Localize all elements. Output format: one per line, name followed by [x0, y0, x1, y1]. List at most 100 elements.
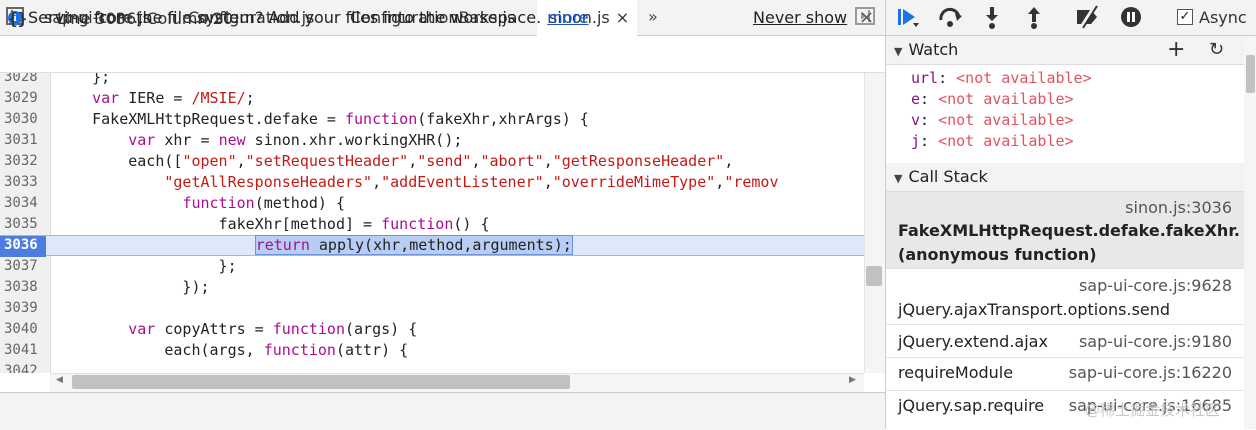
code-line[interactable]: 3037 };: [0, 256, 864, 277]
watch-item[interactable]: v: <not available>: [911, 110, 1074, 131]
code-text: return apply(xhr,method,arguments);: [254, 235, 573, 255]
expand-triangle-icon: ▼: [894, 45, 903, 58]
watch-item[interactable]: j: <not available>: [911, 131, 1074, 152]
pretty-print-button[interactable]: {}: [8, 9, 27, 28]
line-number[interactable]: 3029: [0, 88, 46, 109]
close-infobar-icon[interactable]: ×: [859, 0, 874, 36]
never-show-link[interactable]: Never show: [753, 0, 847, 36]
line-number[interactable]: 3039: [0, 298, 46, 319]
step-into-icon[interactable]: [979, 4, 1005, 30]
code-text: each(["open","setRequestHeader","send","…: [56, 152, 734, 170]
deactivate-breakpoints-icon[interactable]: [1073, 4, 1099, 30]
line-number[interactable]: 3037: [0, 256, 46, 277]
watch-item[interactable]: url: <not available>: [911, 68, 1092, 89]
watch-value: <not available>: [956, 69, 1092, 87]
step-over-icon[interactable]: [937, 4, 963, 30]
code-line[interactable]: 3032 each(["open","setRequestHeader","se…: [0, 151, 864, 172]
code-text: };: [56, 257, 237, 275]
watch-title: Watch: [908, 40, 959, 59]
watch-value: <not available>: [938, 132, 1074, 150]
watch-name: j: [911, 132, 921, 150]
code-text: function(method) {: [182, 194, 345, 212]
frame-function-name-line2: (anonymous function): [898, 245, 1097, 264]
code-text: };: [56, 73, 111, 86]
frame-location: sap-ui-core.js:16220: [1068, 363, 1232, 382]
code-text: var IERe = /MSIE/;: [92, 89, 255, 107]
watch-value: <not available>: [938, 111, 1074, 129]
code-line[interactable]: 3039: [0, 298, 864, 319]
frame-function-name: jQuery.sap.require: [898, 396, 1045, 415]
sidebar-scrollbar[interactable]: [1244, 36, 1256, 429]
code-line[interactable]: 3034 function(method) {: [0, 193, 864, 214]
frame-location: sinon.js:3036: [1125, 198, 1232, 217]
call-frame[interactable]: sap-ui-core.js:9628 jQuery.ajaxTransport…: [886, 269, 1244, 325]
pause-on-exceptions-icon[interactable]: [1118, 4, 1144, 30]
line-number[interactable]: 3028: [0, 73, 46, 88]
line-number[interactable]: 3032: [0, 151, 46, 172]
editor-vertical-scroll-thumb[interactable]: [866, 266, 882, 286]
code-line[interactable]: 3033 "getAllResponseHeaders","addEventLi…: [0, 172, 864, 193]
frame-function-name: jQuery.ajaxTransport.options.send: [898, 300, 1171, 319]
code-line[interactable]: 3040 var copyAttrs = function(args) {: [0, 319, 864, 340]
close-tab-icon[interactable]: ×: [616, 8, 629, 27]
code-text: "getAllResponseHeaders","addEventListene…: [164, 173, 779, 191]
editor-status-bar: [0, 392, 885, 430]
watch-name: v: [911, 111, 921, 129]
add-watch-icon[interactable]: +: [1167, 37, 1185, 63]
code-editor[interactable]: 3028 }; 3029 var IERe = /MSIE/; 3030 FakeX…: [0, 73, 864, 373]
code-line[interactable]: 3035 fakeXhr[method] = function() {: [0, 214, 864, 235]
callstack-section-header[interactable]: ▼ Call Stack: [886, 163, 1244, 192]
code-line[interactable]: 3030 FakeXMLHttpRequest.defake = functio…: [0, 109, 864, 130]
code-text: fakeXhr[method] = function() {: [56, 215, 490, 233]
code-text: each(args, function(attr) {: [56, 341, 409, 359]
code-line[interactable]: 3029 var IERe = /MSIE/;: [0, 88, 864, 109]
call-frame[interactable]: jQuery.extend.ajax sap-ui-core.js:9180: [886, 325, 1244, 358]
line-number[interactable]: 3033: [0, 172, 46, 193]
call-frame[interactable]: requireModule sap-ui-core.js:16220: [886, 358, 1244, 391]
code-line[interactable]: 3041 each(args, function(attr) {: [0, 340, 864, 361]
line-number[interactable]: 3031: [0, 130, 46, 151]
line-number[interactable]: 3030: [0, 109, 46, 130]
async-checkbox[interactable]: ✓: [1177, 9, 1193, 25]
watch-name: url: [911, 69, 939, 87]
scroll-left-icon[interactable]: ◀: [56, 375, 63, 385]
more-link[interactable]: more: [547, 8, 588, 27]
frame-function-name: FakeXMLHttpRequest.defake.fakeXhr.: [898, 221, 1240, 240]
call-frame-selected[interactable]: sinon.js:3036 FakeXMLHttpRequest.defake.…: [886, 192, 1244, 269]
sidebar-scroll-thumb[interactable]: [1246, 55, 1255, 93]
code-line[interactable]: 3042: [0, 361, 864, 373]
code-line[interactable]: 3038 });: [0, 277, 864, 298]
watermark: @稀土掘金技术社区: [1085, 401, 1221, 419]
code-text: FakeXMLHttpRequest.defake = function(fak…: [56, 110, 589, 128]
code-text: var xhr = new sinon.xhr.workingXHR();: [128, 131, 463, 149]
line-number[interactable]: 3035: [0, 214, 46, 235]
line-number[interactable]: 3036: [0, 236, 46, 257]
line-number[interactable]: 3040: [0, 319, 46, 340]
step-out-icon[interactable]: [1021, 4, 1047, 30]
code-text: var copyAttrs = function(args) {: [128, 320, 418, 338]
editor-vertical-scrollbar[interactable]: [864, 73, 886, 373]
line-number[interactable]: 3034: [0, 193, 46, 214]
tab-overflow-icon[interactable]: »: [648, 0, 658, 33]
editor-horizontal-scroll-thumb[interactable]: [72, 375, 570, 389]
watch-section-header[interactable]: ▼ Watch: [886, 36, 1244, 65]
cursor-position: Line 3036, Column 20: [57, 9, 234, 28]
execution-line[interactable]: 3036 return apply(xhr,method,arguments);: [0, 235, 864, 257]
line-number[interactable]: 3041: [0, 340, 46, 361]
code-line[interactable]: 3031 var xhr = new sinon.xhr.workingXHR(…: [0, 130, 864, 151]
expand-triangle-icon: ▼: [894, 172, 903, 185]
resume-icon[interactable]: [895, 4, 921, 30]
watch-name: e: [911, 90, 921, 108]
line-number[interactable]: 3042: [0, 361, 46, 373]
frame-function-name: jQuery.extend.ajax: [898, 332, 1048, 351]
frame-location: sap-ui-core.js:9628: [1078, 276, 1232, 295]
watch-value: <not available>: [938, 90, 1074, 108]
line-number[interactable]: 3038: [0, 277, 46, 298]
scroll-right-icon[interactable]: ▶: [849, 375, 856, 385]
watch-item[interactable]: e: <not available>: [911, 89, 1074, 110]
code-line[interactable]: 3028 };: [0, 73, 864, 88]
workspace-infobar: [0, 36, 885, 73]
frame-function-name: requireModule: [898, 363, 1014, 382]
refresh-icon[interactable]: ↻: [1209, 37, 1224, 63]
frame-location: sap-ui-core.js:9180: [1078, 332, 1232, 351]
